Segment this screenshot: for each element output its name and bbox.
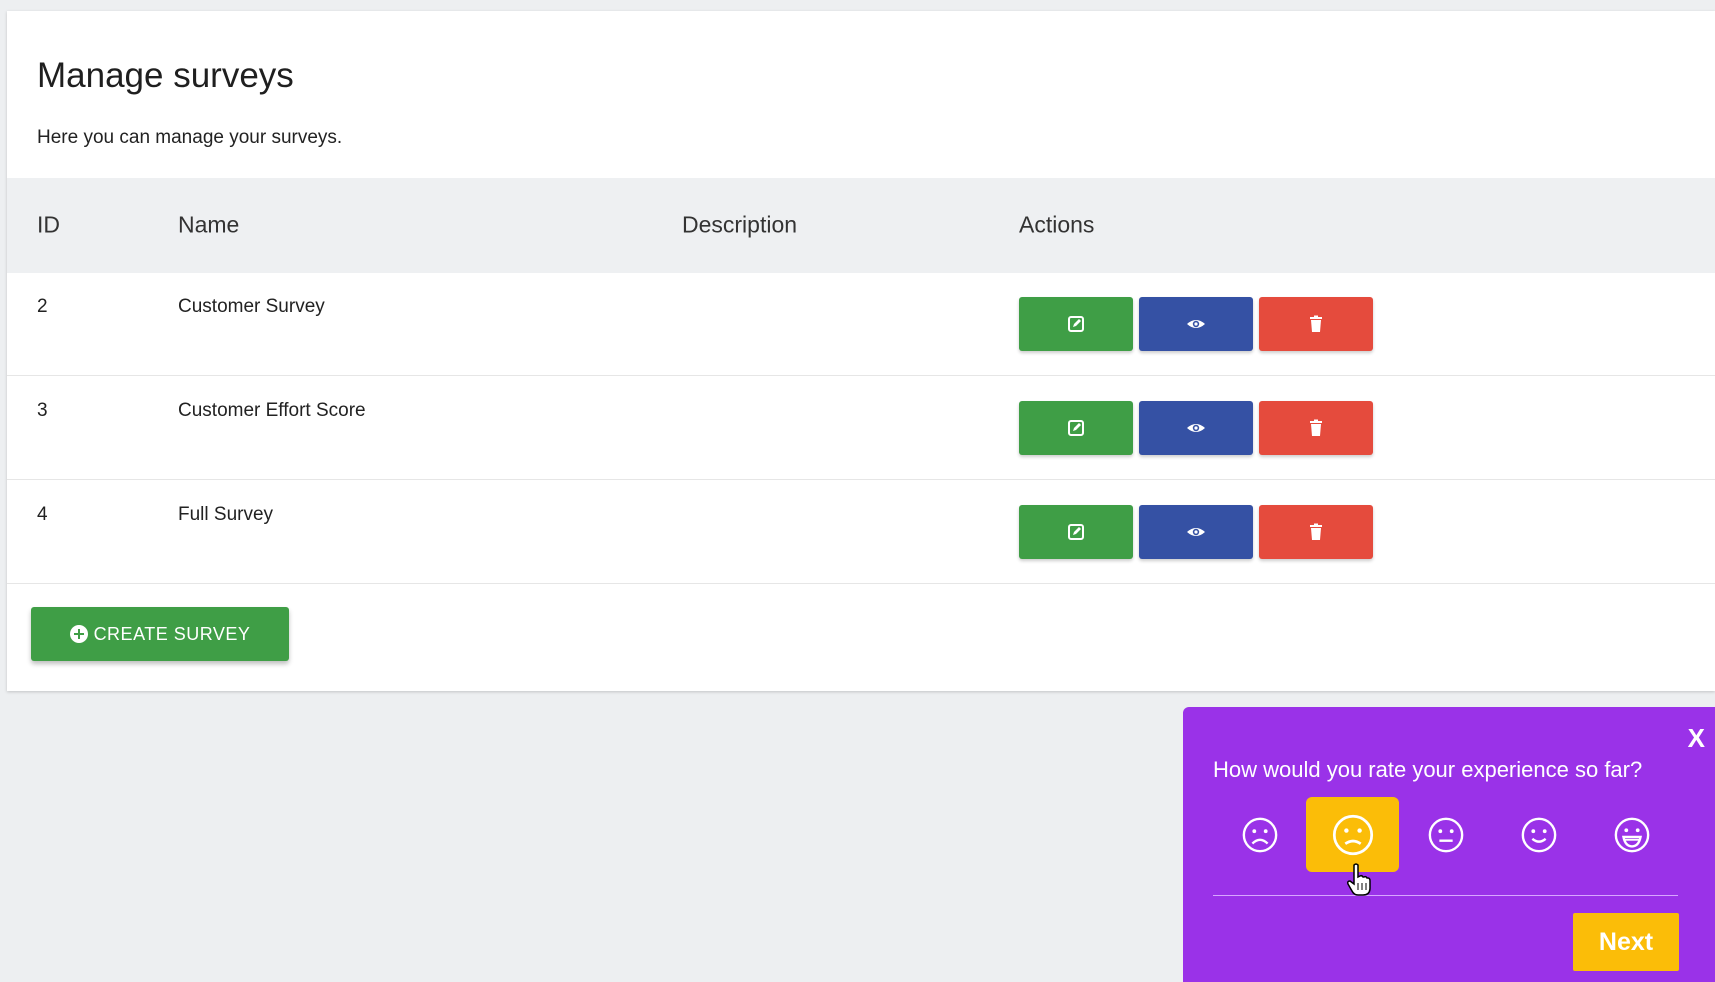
table-row: 2 Customer Survey (7, 273, 1715, 376)
edit-button[interactable] (1019, 505, 1133, 559)
header-id: ID (37, 211, 60, 238)
neutral-face-icon (1428, 817, 1463, 852)
view-button[interactable] (1139, 297, 1253, 351)
edit-icon (1068, 524, 1084, 540)
eye-icon (1187, 424, 1205, 432)
header-description: Description (682, 211, 798, 238)
delete-button[interactable] (1259, 297, 1373, 351)
row-actions (1019, 401, 1373, 455)
row-name: Full Survey (178, 504, 274, 525)
trash-icon (1310, 315, 1322, 332)
sad-face-icon (1332, 814, 1373, 855)
row-id: 4 (37, 504, 48, 525)
eye-icon (1187, 528, 1205, 536)
rating-option-3[interactable] (1399, 797, 1492, 872)
table-row: 3 Customer Effort Score (7, 377, 1715, 480)
create-survey-label: CREATE SURVEY (93, 623, 251, 644)
trash-icon (1310, 419, 1322, 436)
edit-icon (1068, 316, 1084, 332)
hand-cursor-icon (1347, 863, 1371, 896)
page-title: Manage surveys (37, 56, 294, 95)
rating-option-1[interactable] (1213, 797, 1306, 872)
page-subtitle: Here you can manage your surveys. (37, 127, 343, 148)
widget-divider (1213, 895, 1678, 896)
grin-face-icon (1614, 817, 1649, 852)
surveys-card: Manage surveys Here you can manage your … (7, 11, 1715, 691)
next-button[interactable]: Next (1573, 913, 1679, 971)
plus-circle-icon (69, 625, 88, 643)
delete-button[interactable] (1259, 401, 1373, 455)
delete-button[interactable] (1259, 505, 1373, 559)
row-id: 3 (37, 400, 48, 421)
row-actions (1019, 505, 1373, 559)
smile-face-icon (1521, 817, 1556, 852)
trash-icon (1310, 523, 1322, 540)
edit-button[interactable] (1019, 401, 1133, 455)
create-survey-button[interactable]: CREATE SURVEY (31, 607, 289, 661)
header-name: Name (178, 211, 240, 238)
feedback-widget: X How would you rate your experience so … (1183, 707, 1715, 982)
edit-icon (1068, 420, 1084, 436)
table-row: 4 Full Survey (7, 481, 1715, 584)
rating-options (1213, 797, 1678, 872)
row-actions (1019, 297, 1373, 351)
table-header: ID Name Description Actions (7, 178, 1715, 273)
view-button[interactable] (1139, 505, 1253, 559)
rating-option-5[interactable] (1585, 797, 1678, 872)
row-name: Customer Effort Score (178, 400, 366, 421)
close-button[interactable]: X (1688, 723, 1705, 754)
edit-button[interactable] (1019, 297, 1133, 351)
rating-option-2[interactable] (1306, 797, 1399, 872)
row-id: 2 (37, 296, 48, 317)
rating-option-4[interactable] (1492, 797, 1585, 872)
very-sad-face-icon (1242, 817, 1277, 852)
feedback-question: How would you rate your experience so fa… (1213, 757, 1643, 782)
row-name: Customer Survey (178, 296, 325, 317)
header-actions: Actions (1019, 211, 1095, 238)
eye-icon (1187, 320, 1205, 328)
view-button[interactable] (1139, 401, 1253, 455)
